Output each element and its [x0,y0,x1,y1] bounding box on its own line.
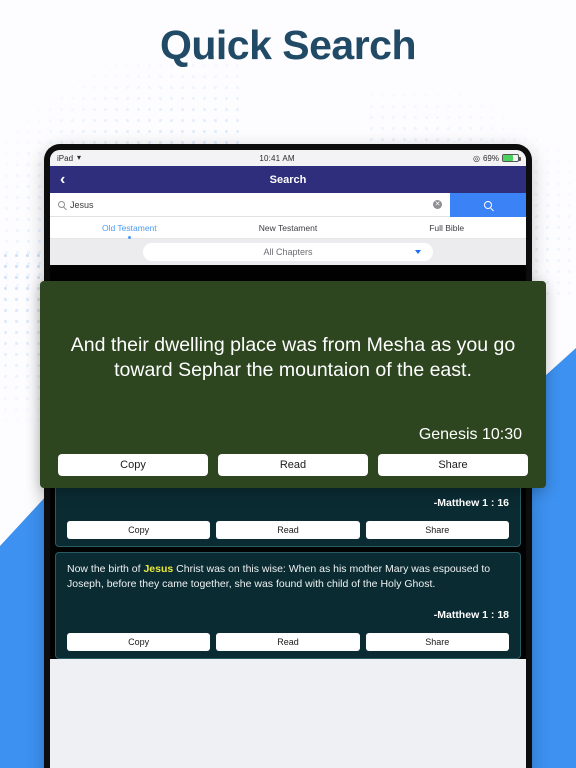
result-card-matthew-1-18[interactable]: Now the birth of Jesus Christ was on thi… [55,552,521,659]
overlay-read-button[interactable]: Read [218,454,368,476]
overlay-actions: Copy Read Share [58,454,528,476]
search-icon [58,201,65,208]
nav-bar: ‹ Search [50,166,526,193]
search-input[interactable]: Jesus ✕ [50,193,450,217]
tab-full-bible[interactable]: Full Bible [367,223,526,233]
highlight-term: Jesus [143,563,174,576]
tab-old-testament[interactable]: Old Testament [50,223,209,239]
verse-text: Now the birth of Jesus Christ was on thi… [67,562,509,592]
status-bar-right: ◎ 69% [473,153,521,163]
clear-search-icon[interactable]: ✕ [433,200,442,209]
search-row: Jesus ✕ [50,193,526,217]
verse-text-before: Now the birth of [67,563,144,576]
share-button[interactable]: Share [365,632,509,651]
chapter-filter-row: All Chapters [50,239,526,265]
verse-overlay-card: And their dwelling place was from Mesha … [40,281,546,488]
verse-reference: -Matthew 1 : 16 [433,497,509,510]
nav-title: Search [269,173,307,186]
overlay-share-button[interactable]: Share [378,454,528,476]
share-button[interactable]: Share [365,521,509,540]
device-label: iPad [57,153,74,163]
chapter-dropdown-value: All Chapters [263,247,313,257]
battery-icon [502,154,521,162]
verse-actions: Copy Read Share [67,521,509,540]
copy-button[interactable]: Copy [67,632,211,651]
screenshot-stage: Quick Search iPad ▾ 10:41 AM ◎ 69% ‹ Sea… [0,0,576,768]
read-button[interactable]: Read [216,521,360,540]
search-input-value: Jesus [70,199,94,210]
verse-reference: -Matthew 1 : 18 [433,608,509,621]
overlay-verse-text: And their dwelling place was from Mesha … [70,334,516,382]
location-icon: ◎ [473,153,480,163]
search-submit-button[interactable] [450,193,526,217]
read-button[interactable]: Read [216,632,360,651]
tab-new-testament[interactable]: New Testament [209,223,368,233]
chapter-dropdown[interactable]: All Chapters [143,243,433,261]
status-bar: iPad ▾ 10:41 AM ◎ 69% [50,150,526,166]
copy-button[interactable]: Copy [67,521,211,540]
battery-percent-label: 69% [482,153,499,163]
testament-tabs: Old Testament New Testament Full Bible [50,217,526,239]
search-icon [484,201,492,209]
overlay-verse-reference: Genesis 10:30 [418,426,522,443]
verse-actions: Copy Read Share [67,632,509,651]
status-bar-time: 10:41 AM [259,153,295,163]
overlay-copy-button[interactable]: Copy [58,454,208,476]
status-bar-left: iPad ▾ [57,154,81,163]
page-title: Quick Search [159,22,417,68]
chevron-down-icon [415,250,421,254]
